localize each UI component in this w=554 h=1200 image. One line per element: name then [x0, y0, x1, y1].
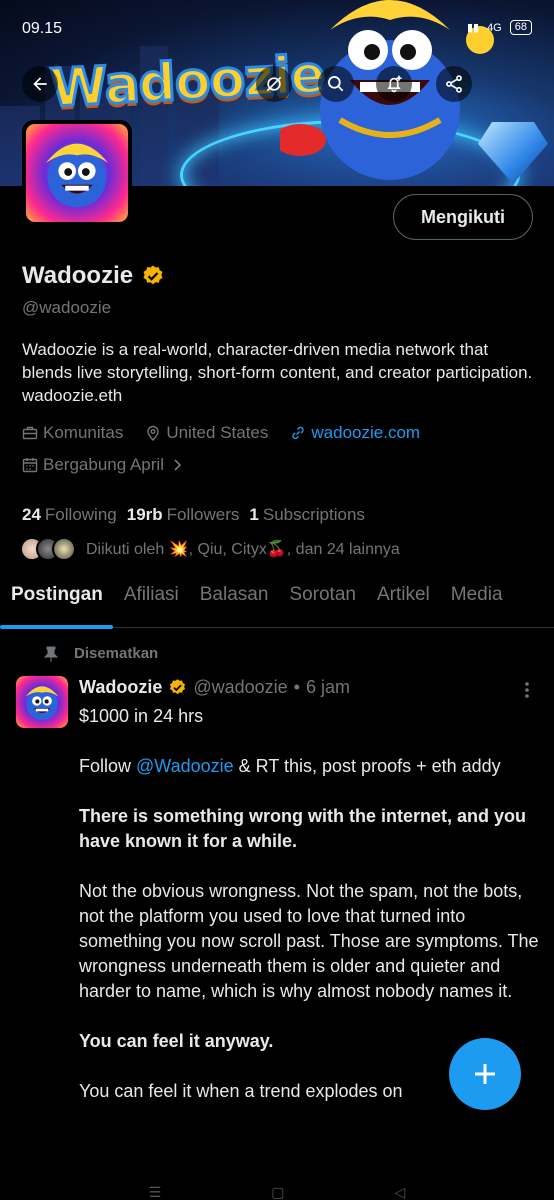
post-line-2: Follow @Wadoozie & RT this, post proofs …: [79, 754, 541, 779]
compose-button[interactable]: [449, 1038, 521, 1110]
location-pin-icon: [147, 425, 160, 441]
pinned-label: Disematkan: [74, 645, 159, 662]
back-icon[interactable]: ◁: [395, 1184, 406, 1200]
tab-media[interactable]: Media: [440, 572, 513, 628]
grok-icon: [266, 76, 282, 92]
verified-badge-icon[interactable]: [141, 264, 165, 288]
battery-icon: 68: [509, 20, 532, 35]
pin-icon: [44, 646, 58, 662]
subscriptions-label: Subscriptions: [262, 505, 365, 524]
arrow-left-icon: [33, 77, 47, 91]
pinned-indicator: Disematkan: [44, 645, 158, 662]
profile-avatar[interactable]: [22, 120, 132, 226]
followers-label: Followers: [166, 505, 240, 524]
share-icon: [446, 75, 462, 93]
profile-handle: @wadoozie: [22, 298, 112, 317]
post-time: 6 jam: [305, 677, 350, 697]
system-nav-bar: ☰ ▢ ◁: [0, 1184, 554, 1200]
post-line-1: $1000 in 24 hrs: [79, 706, 204, 726]
signal-icon: ▮▮: [466, 22, 480, 34]
tab-artikel[interactable]: Artikel: [366, 572, 440, 628]
bell-plus-icon: [387, 75, 402, 93]
briefcase-icon: [22, 426, 38, 440]
grok-button[interactable]: [256, 66, 292, 102]
category-label: Komunitas: [43, 423, 124, 442]
post-text-segment: & RT this, post proofs + eth addy: [233, 756, 501, 776]
profile-name: Wadoozie: [22, 262, 134, 289]
recents-icon[interactable]: ☰: [149, 1184, 162, 1200]
more-options-icon[interactable]: [520, 680, 534, 700]
joined-item[interactable]: Bergabung April: [22, 455, 185, 475]
tab-postingan[interactable]: Postingan: [0, 572, 113, 629]
followers-count-link[interactable]: 19rb Followers: [127, 505, 240, 525]
joined-label: Bergabung April: [43, 455, 164, 474]
post-author-name[interactable]: Wadoozie: [79, 677, 162, 698]
post-paragraph-2: Not the obvious wrongness. Not the spam,…: [79, 881, 539, 1001]
clock: 09.15: [22, 20, 63, 37]
tab-afiliasi[interactable]: Afiliasi: [113, 572, 189, 628]
post-bold-paragraph-1: There is something wrong with the intern…: [79, 804, 541, 854]
following-count-link[interactable]: 24 Following: [22, 505, 117, 525]
website-link[interactable]: wadoozie.com: [311, 423, 420, 443]
location-item: United States: [145, 423, 268, 443]
following-count: 24: [22, 505, 41, 524]
follower-avatars: [20, 537, 76, 561]
plus-icon: [475, 1064, 495, 1084]
share-button[interactable]: [436, 66, 472, 102]
profile-bio: Wadoozie is a real-world, character-driv…: [22, 340, 533, 405]
bold-text: There is something wrong with the intern…: [79, 806, 527, 851]
subscriptions-count: 1: [249, 505, 259, 524]
avatar-mascot-graphic: [45, 143, 109, 208]
profile-tabs: Postingan Afiliasi Balasan Sorotan Artik…: [0, 572, 554, 629]
followed-by-row[interactable]: Diikuti oleh 💥, Qiu, Cityx🍒, dan 24 lain…: [20, 537, 400, 561]
followed-by-text: Diikuti oleh 💥, Qiu, Cityx🍒, dan 24 lain…: [86, 541, 400, 558]
post-author-handle: @wadoozie: [193, 677, 288, 697]
link-icon: [292, 426, 305, 440]
back-button[interactable]: [22, 66, 58, 102]
profile-name-row: Wadoozie: [22, 262, 165, 290]
post-author-avatar[interactable]: [16, 676, 68, 728]
verified-badge-icon: [170, 679, 186, 695]
followers-count: 19rb: [126, 505, 163, 524]
follow-counts: 24 Following 19rb Followers 1 Subscriptions: [22, 505, 365, 525]
following-button[interactable]: Mengikuti: [393, 194, 533, 240]
tab-sorotan[interactable]: Sorotan: [278, 572, 366, 628]
follower-avatar: [52, 537, 76, 561]
subscriptions-count-link[interactable]: 1 Subscriptions: [249, 505, 365, 525]
network-type: 4G: [487, 21, 502, 34]
dot-separator: •: [293, 677, 300, 697]
notifications-button[interactable]: [376, 66, 412, 102]
category-item: Komunitas: [22, 423, 123, 443]
search-icon: [328, 76, 344, 92]
post-text-segment: Follow: [79, 756, 137, 776]
location-label: United States: [166, 423, 269, 442]
chevron-right-icon: [174, 459, 182, 471]
avatar-mascot-graphic: [25, 686, 59, 721]
mention-link[interactable]: @Wadoozie: [136, 756, 234, 776]
post-header: Wadoozie @wadoozie • 6 jam: [79, 677, 350, 698]
status-bar: 09.15 ▮▮ 4G 68: [0, 0, 554, 40]
bold-text: You can feel it anyway.: [79, 1031, 274, 1051]
calendar-icon: [22, 458, 38, 473]
search-button[interactable]: [318, 66, 354, 102]
website-item[interactable]: wadoozie.com: [290, 423, 420, 443]
home-icon[interactable]: ▢: [271, 1184, 284, 1200]
tab-balasan[interactable]: Balasan: [189, 572, 279, 628]
following-label: Following: [44, 505, 117, 524]
